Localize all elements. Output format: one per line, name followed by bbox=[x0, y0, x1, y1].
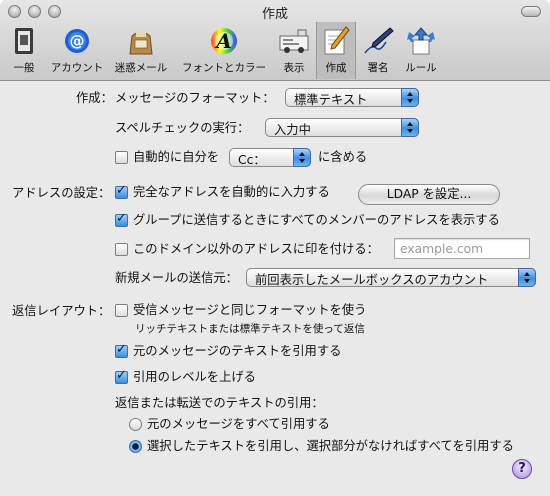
junk-mail-bag-icon bbox=[129, 31, 153, 55]
quote-heading: 返信または転送でのテキストの引用： bbox=[115, 396, 324, 410]
mark-addresses-label: このドメイン以外のアドレスに印を付ける： bbox=[133, 242, 379, 256]
at-sign-icon: @ bbox=[65, 29, 89, 53]
section-label-compose: 作成： bbox=[76, 91, 113, 105]
tab-label: 迷惑メール bbox=[114, 62, 168, 74]
pencil-paper-icon bbox=[324, 26, 350, 55]
popup-value: Cc： bbox=[238, 153, 266, 167]
same-format-note: リッチテキストまたは標準テキストを使って返信 bbox=[135, 323, 365, 335]
signature-pen-icon bbox=[364, 27, 394, 54]
radio-quote-selected-label: 選択したテキストを引用し、選択部分がなければすべてを引用する bbox=[147, 439, 514, 453]
message-format-popup[interactable]: 標準テキスト bbox=[285, 88, 419, 107]
autocomplete-checkbox[interactable] bbox=[115, 183, 128, 199]
window-title: 作成 bbox=[261, 7, 288, 22]
popup-arrows-icon bbox=[401, 118, 419, 137]
font-color-icon: A bbox=[211, 28, 237, 54]
viewing-icon bbox=[279, 29, 309, 53]
tab-label: フォントとカラー bbox=[182, 62, 266, 74]
cc-bcc-popup[interactable]: Cc： bbox=[229, 148, 311, 167]
show-group-members-checkbox[interactable] bbox=[115, 211, 128, 227]
autocomplete-label: 完全なアドレスを自動的に入力する bbox=[133, 185, 330, 199]
send-from-popup[interactable]: 前回表示したメールボックスのアカウント bbox=[246, 268, 536, 287]
tab-label: 作成 bbox=[325, 62, 347, 74]
tab-junk-mail[interactable]: 迷惑メール bbox=[110, 22, 172, 79]
popup-value: 前回表示したメールボックスのアカウント bbox=[255, 273, 489, 287]
quote-text-label: 元のメッセージのテキストを引用する bbox=[133, 344, 342, 358]
section-label-addressing: アドレスの設定： bbox=[12, 186, 111, 200]
domain-input[interactable] bbox=[395, 239, 529, 258]
svg-text:A: A bbox=[214, 29, 232, 53]
tab-label: 一般 bbox=[13, 62, 35, 74]
popup-arrows-icon bbox=[401, 88, 419, 107]
tab-viewing[interactable]: 表示 bbox=[274, 22, 314, 79]
tab-signatures[interactable]: 署名 bbox=[358, 22, 398, 79]
increase-quote-label: 引用のレベルを上げる bbox=[133, 370, 256, 384]
auto-cc-label: 自動的に自分を bbox=[133, 150, 220, 164]
help-button[interactable]: ? bbox=[512, 459, 532, 479]
mark-addresses-checkbox[interactable] bbox=[115, 243, 128, 256]
popup-arrows-icon bbox=[518, 268, 536, 287]
spell-label: スペルチェックの実行： bbox=[115, 121, 250, 135]
radio-quote-all[interactable] bbox=[129, 418, 142, 431]
tab-general[interactable]: 一般 bbox=[6, 22, 42, 79]
popup-arrows-icon bbox=[293, 148, 311, 167]
spell-check-popup[interactable]: 入力中 bbox=[265, 118, 419, 137]
popup-value: 入力中 bbox=[274, 123, 311, 137]
switch-icon bbox=[15, 28, 33, 54]
domain-field[interactable] bbox=[394, 238, 530, 259]
tab-label: 署名 bbox=[367, 62, 389, 74]
show-group-members-label: グループに送信するときにすべてのメンバーのアドレスを表示する bbox=[133, 213, 500, 227]
tab-composing[interactable]: 作成 bbox=[316, 22, 356, 79]
toolbar-toggle-button[interactable] bbox=[521, 6, 541, 17]
section-label-responding: 返信レイアウト： bbox=[12, 304, 111, 318]
tab-fonts-colors[interactable]: A フォントとカラー bbox=[176, 22, 272, 79]
svg-text:@: @ bbox=[70, 32, 85, 50]
tab-label: ルール bbox=[405, 62, 437, 74]
send-from-label: 新規メールの送信元： bbox=[115, 271, 238, 285]
preferences-window: 作成 一般 @ アカウント 迷惑メール A フォントとカラー 表示 作成 署名 … bbox=[0, 0, 550, 496]
tab-accounts[interactable]: @ アカウント bbox=[46, 22, 108, 79]
tab-rules[interactable]: ルール bbox=[400, 22, 442, 79]
same-format-checkbox[interactable] bbox=[115, 304, 128, 317]
same-format-label: 受信メッセージと同じフォーマットを使う bbox=[133, 303, 367, 317]
popup-value: 標準テキスト bbox=[294, 93, 368, 107]
rules-arrows-icon bbox=[407, 27, 435, 55]
auto-cc-self-checkbox[interactable] bbox=[115, 151, 128, 164]
configure-ldap-button[interactable]: LDAP を設定... bbox=[358, 184, 500, 205]
tab-label: 表示 bbox=[283, 62, 305, 74]
quote-text-checkbox[interactable] bbox=[115, 342, 128, 358]
radio-quote-all-label: 元のメッセージをすべて引用する bbox=[147, 417, 330, 431]
radio-quote-selected[interactable] bbox=[129, 440, 142, 453]
title-toolbar: 作成 一般 @ アカウント 迷惑メール A フォントとカラー 表示 作成 署名 … bbox=[0, 0, 550, 81]
tab-label: アカウント bbox=[50, 62, 104, 74]
format-label: メッセージのフォーマット： bbox=[115, 91, 275, 105]
increase-quote-checkbox[interactable] bbox=[115, 368, 128, 384]
auto-cc-suffix: に含める bbox=[318, 150, 368, 164]
